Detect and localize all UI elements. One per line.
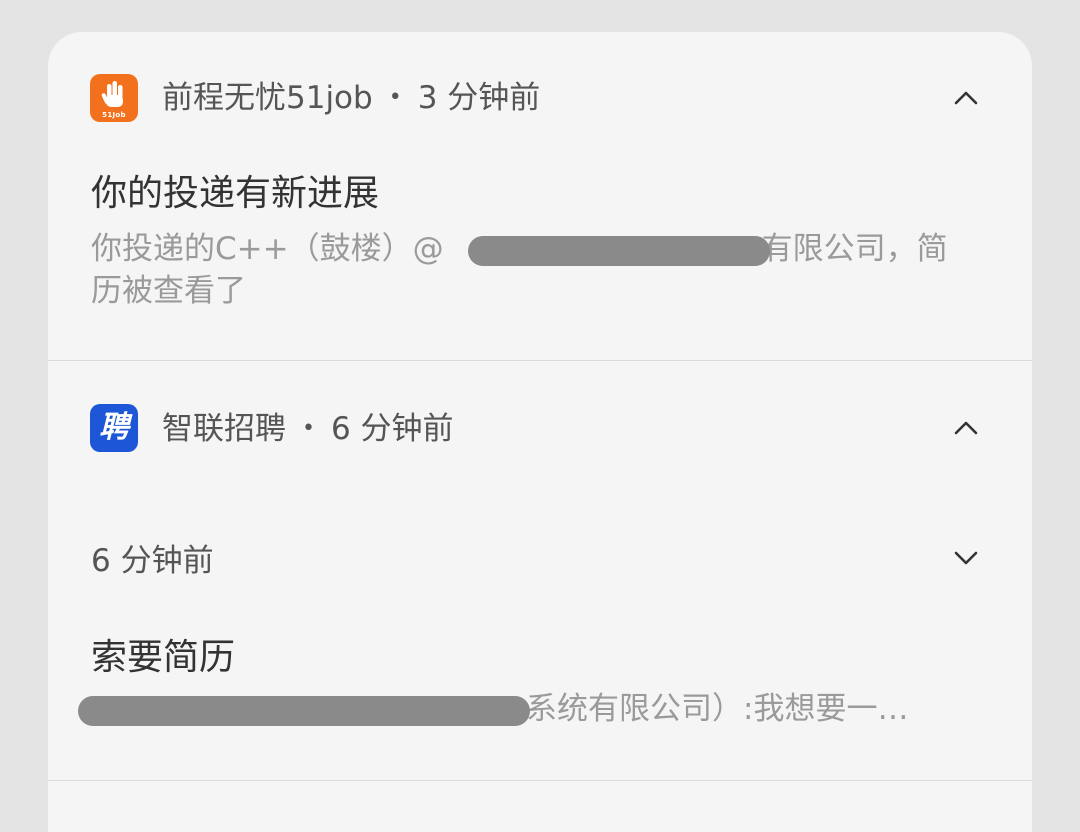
51job-hand-icon: 51Job	[90, 74, 138, 122]
sub-notification-title: 索要简历	[91, 637, 236, 678]
body-text-end: 有限公司，简	[761, 231, 948, 267]
notification-header: 智联招聘 • 6 分钟前	[162, 407, 454, 451]
notification-header: 前程无忧51job • 3 分钟前	[162, 76, 540, 120]
divider	[48, 780, 1032, 781]
app-name: 前程无忧51job	[162, 80, 373, 116]
body-text-start: 你投递的C++（鼓楼）@	[91, 231, 444, 267]
chevron-down-icon[interactable]	[948, 540, 984, 576]
51job-icon-text: 51Job	[102, 111, 126, 119]
notification-panel: 51Job 前程无忧51job • 3 分钟前 你的投递有新进展 你投递的C++（鼓…	[48, 32, 1032, 832]
zhilian-pin-icon: 聘	[90, 404, 138, 452]
notification-title: 你的投递有新进展	[91, 173, 380, 214]
body-text-line2: 历被查看了	[91, 273, 246, 309]
chevron-up-icon[interactable]	[948, 80, 984, 116]
redaction-bar	[468, 236, 770, 266]
sub-notification-time: 6 分钟前	[91, 543, 214, 579]
sub-notification-body: 系统有限公司）:我想要一…	[526, 691, 909, 727]
app-name: 智联招聘	[162, 411, 286, 447]
zhilian-icon-glyph: 聘	[99, 410, 129, 445]
redaction-bar	[78, 696, 530, 726]
notification-time: 6 分钟前	[330, 411, 454, 447]
chevron-up-icon[interactable]	[948, 410, 984, 446]
separator-dot: •	[302, 416, 315, 441]
notification-time: 3 分钟前	[417, 80, 541, 116]
divider	[48, 360, 1032, 361]
separator-dot: •	[388, 85, 402, 110]
